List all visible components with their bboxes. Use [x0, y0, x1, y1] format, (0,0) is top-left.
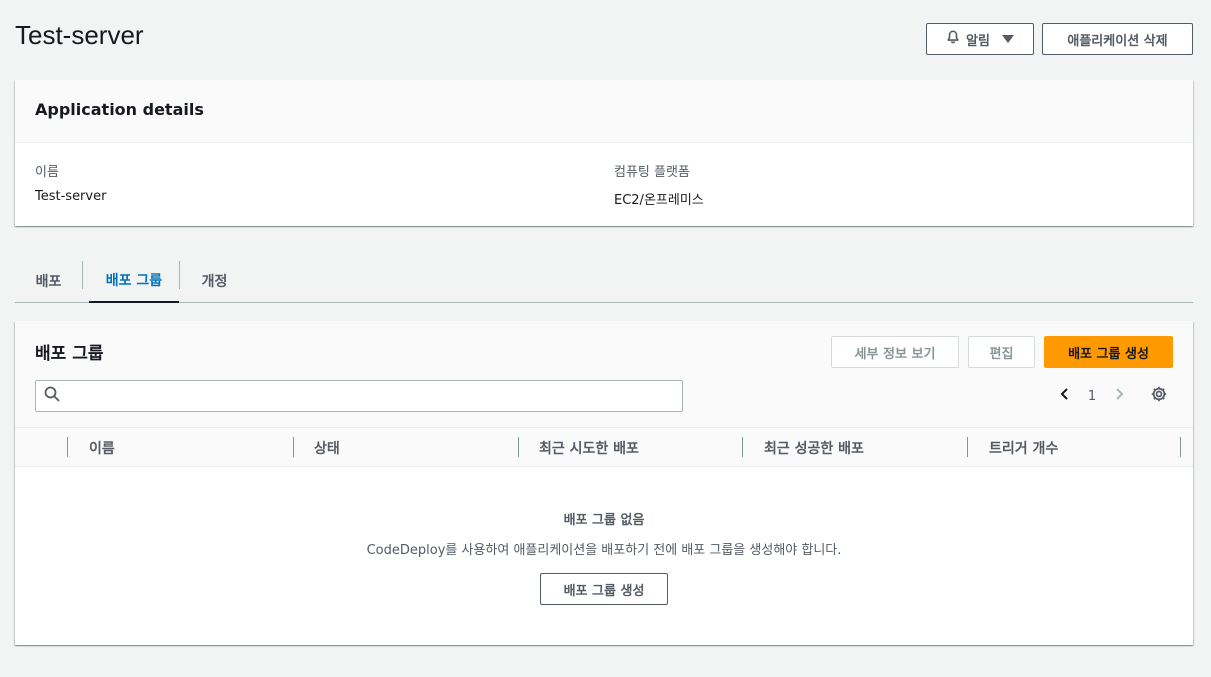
tab-deployments[interactable]: 배포	[15, 258, 82, 303]
tab-bar: 배포 배포 그룹 개정	[15, 258, 1193, 303]
table-settings-button[interactable]	[1147, 384, 1171, 408]
column-divider[interactable]	[293, 437, 294, 457]
name-value: Test-server	[35, 189, 107, 204]
delete-application-button[interactable]: 애플리케이션 삭제	[1042, 23, 1193, 55]
next-page-button[interactable]	[1107, 384, 1131, 408]
alarm-button[interactable]: 알림	[926, 23, 1034, 55]
name-field: 이름 Test-server	[35, 161, 106, 204]
empty-create-deployment-group-button[interactable]: 배포 그룹 생성	[540, 573, 668, 605]
search-input[interactable]	[64, 382, 682, 410]
column-divider[interactable]	[967, 437, 968, 457]
platform-label: 컴퓨팅 플랫폼	[614, 165, 690, 180]
edit-button[interactable]: 편집	[968, 336, 1035, 368]
name-label: 이름	[35, 165, 59, 180]
empty-state-description: CodeDeploy를 사용하여 애플리케이션을 배포하기 전에 배포 그룹을 …	[366, 543, 842, 558]
alarm-label: 알림	[966, 33, 990, 49]
search-box	[35, 380, 683, 412]
column-header-last-attempted[interactable]: 최근 시도한 배포	[539, 428, 639, 467]
column-divider[interactable]	[742, 437, 743, 457]
tab-deployment-groups[interactable]: 배포 그룹	[89, 258, 179, 303]
column-divider[interactable]	[518, 437, 519, 457]
column-header-status[interactable]: 상태	[314, 428, 340, 467]
deployment-groups-title: 배포 그룹	[35, 344, 104, 364]
page-number[interactable]: 1	[1083, 384, 1101, 408]
column-divider	[67, 437, 68, 457]
application-details-panel: Application details 이름 Test-server 컴퓨팅 플…	[15, 80, 1193, 226]
previous-page-button[interactable]	[1053, 384, 1077, 408]
tab-divider	[179, 261, 180, 289]
view-details-button[interactable]: 세부 정보 보기	[831, 336, 959, 368]
platform-field: 컴퓨팅 플랫폼 EC2/온프레미스	[614, 161, 704, 208]
chevron-left-icon	[1059, 387, 1071, 405]
column-divider[interactable]	[1180, 437, 1181, 457]
chevron-right-icon	[1113, 387, 1125, 405]
caret-down-icon	[1001, 35, 1014, 43]
page-title: Test-server	[15, 20, 144, 50]
search-icon	[44, 386, 60, 406]
create-deployment-group-button[interactable]: 배포 그룹 생성	[1044, 336, 1173, 368]
tab-revisions[interactable]: 개정	[187, 258, 242, 303]
deployment-groups-panel: 배포 그룹 세부 정보 보기 편집 배포 그룹 생성 1 이름 상태 최근 시도…	[15, 321, 1193, 645]
gear-icon	[1150, 385, 1168, 407]
platform-value: EC2/온프레미스	[614, 193, 704, 208]
table-header: 이름 상태 최근 시도한 배포 최근 성공한 배포 트리거 개수	[15, 428, 1193, 467]
application-details-header: Application details	[15, 80, 1193, 143]
column-header-last-successful[interactable]: 최근 성공한 배포	[764, 428, 864, 467]
column-header-name[interactable]: 이름	[89, 428, 115, 467]
deployment-groups-header: 배포 그룹 세부 정보 보기 편집 배포 그룹 생성 1	[15, 321, 1193, 428]
column-header-trigger-count[interactable]: 트리거 개수	[989, 428, 1058, 467]
tab-divider	[82, 261, 83, 289]
bell-icon	[946, 30, 960, 48]
application-details-title: Application details	[35, 100, 204, 119]
empty-state-title: 배포 그룹 없음	[563, 513, 645, 528]
